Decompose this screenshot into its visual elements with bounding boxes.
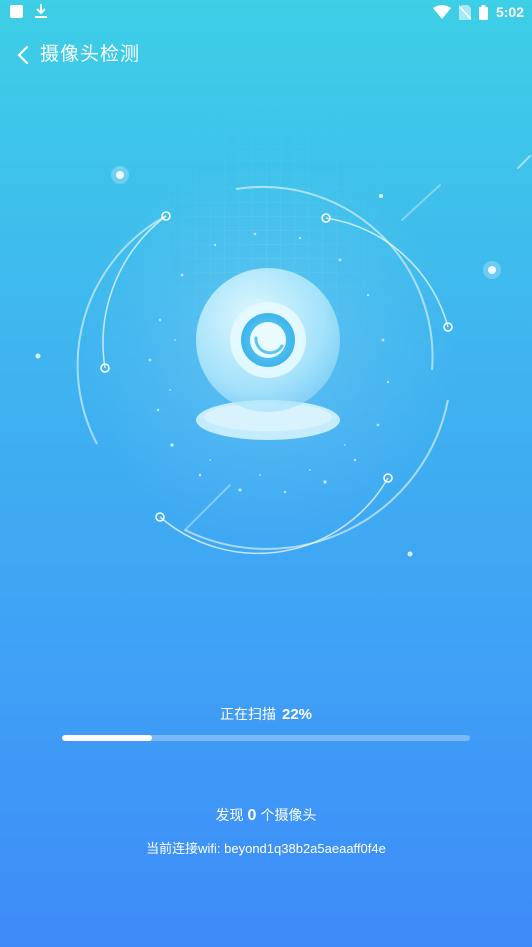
status-bar: 5:02 xyxy=(0,0,532,24)
no-sim-icon xyxy=(458,4,471,20)
found-suffix: 个摄像头 xyxy=(260,807,317,823)
download-icon xyxy=(35,4,47,18)
wifi-icon xyxy=(432,5,451,19)
scan-label: 正在扫描 xyxy=(219,706,276,722)
scan-status: 正在扫描 22% xyxy=(0,704,532,724)
status-time: 5:02 xyxy=(495,4,524,20)
scan-percent: 22% xyxy=(281,706,313,723)
found-prefix: 发现 xyxy=(215,807,244,823)
notification-square-icon xyxy=(10,5,23,18)
wifi-info: 当前连接wifi: beyond1q38b2a5aeaaff0f4e xyxy=(146,841,386,856)
webcam-icon xyxy=(196,268,340,440)
back-button[interactable] xyxy=(10,40,36,70)
scan-illustration xyxy=(35,100,531,557)
scan-progress-fill xyxy=(62,735,152,741)
title-bar: 摄像头检测 xyxy=(0,36,532,74)
scan-progress-bar xyxy=(62,735,470,741)
battery-icon xyxy=(478,4,488,20)
found-count: 0 xyxy=(247,807,257,824)
found-cameras-text: 发现 0 个摄像头 xyxy=(0,805,532,825)
chevron-left-icon xyxy=(17,45,29,65)
page-title: 摄像头检测 xyxy=(40,44,141,65)
